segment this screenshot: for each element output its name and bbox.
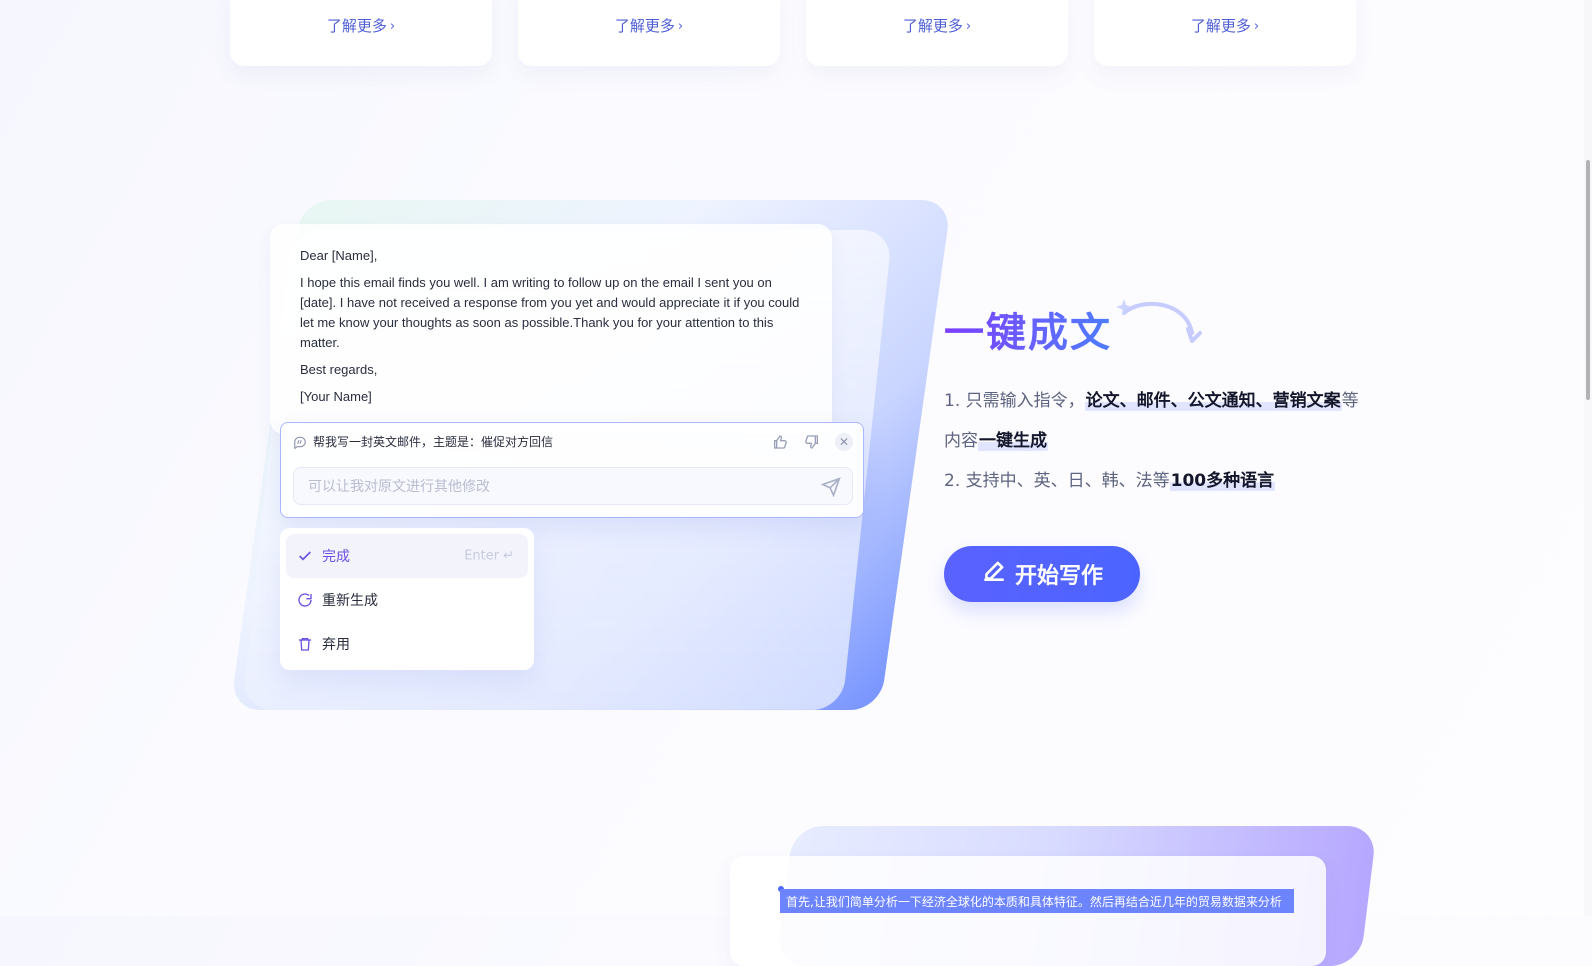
feature-line-1-highlight: 论文、邮件、公文通知、营销文案 <box>1084 391 1342 411</box>
feature-line-2: 内容一键生成 <box>944 421 1424 461</box>
send-button[interactable] <box>820 476 842 498</box>
check-icon <box>296 547 314 565</box>
close-icon[interactable]: ✕ <box>835 433 853 451</box>
feature-line-1: 1. 只需输入指令，论文、邮件、公文通知、营销文案等 <box>944 381 1424 421</box>
pen-icon <box>981 558 1007 590</box>
learn-more-link[interactable]: 了解更多 › <box>327 15 395 36</box>
email-body: I hope this email finds you well. I am w… <box>300 275 800 350</box>
feature-card: 了解更多 › <box>806 0 1068 66</box>
prompt-input-wrapper <box>293 467 853 506</box>
chevron-right-icon: › <box>965 19 972 34</box>
learn-more-link[interactable]: 了解更多 › <box>615 15 683 36</box>
prompt-actions: ✕ <box>771 433 853 451</box>
menu-item-done[interactable]: 完成 Enter ↵ <box>286 534 528 578</box>
email-signature: [Your Name] <box>300 389 372 404</box>
feature-line-1-prefix: 1. 只需输入指令， <box>944 391 1085 411</box>
start-writing-button[interactable]: 开始写作 <box>944 546 1140 602</box>
feature-card: 了解更多 › <box>1094 0 1356 66</box>
menu-item-discard[interactable]: 弃用 <box>286 622 528 666</box>
menu-item-label: 重新生成 <box>322 593 378 609</box>
ai-chat-icon <box>293 435 307 449</box>
email-closing: Best regards, <box>300 362 378 377</box>
feature-card: 了解更多 › <box>230 0 492 66</box>
feature-section: 一键成文 1. 只需输入指令，论文、邮件、公文通知、营销文案等 内容一键生成 2… <box>944 299 1424 501</box>
chevron-right-icon: › <box>677 19 684 34</box>
scrollbar[interactable] <box>1584 0 1592 916</box>
chevron-right-icon: › <box>1253 19 1260 34</box>
feature-line-3-highlight: 100多种语言 <box>1169 471 1276 491</box>
feature-line-2-highlight: 一键生成 <box>978 431 1048 451</box>
feature-title: 一键成文 <box>944 305 1112 361</box>
modify-instruction-input[interactable] <box>306 468 810 506</box>
enter-key-icon: ↵ <box>503 548 514 564</box>
feature-line-2-prefix: 内容 <box>944 431 978 451</box>
chevron-right-icon: › <box>389 19 396 34</box>
enter-shortcut: Enter ↵ <box>464 549 514 564</box>
feature-cards-row: 了解更多 › 了解更多 › 了解更多 › 了解更多 › <box>0 0 1592 70</box>
shortcut-label: Enter <box>464 548 500 564</box>
learn-more-label: 了解更多 <box>902 17 963 35</box>
refresh-icon <box>296 591 314 609</box>
menu-item-label: 完成 <box>322 549 350 565</box>
writing-illustration: Dear [Name], I hope this email finds you… <box>230 200 952 720</box>
learn-more-label: 了解更多 <box>326 17 387 35</box>
feature-line-1-suffix: 等 <box>1341 391 1359 411</box>
menu-item-regenerate[interactable]: 重新生成 <box>286 578 528 622</box>
email-greeting: Dear [Name], <box>300 248 378 263</box>
send-icon <box>821 477 841 497</box>
trash-icon <box>296 635 314 653</box>
thumbs-down-icon[interactable] <box>803 433 821 451</box>
prompt-instruction-text: 帮我写一封英文邮件，主题是：催促对方回信 <box>313 435 554 449</box>
feature-card: 了解更多 › <box>518 0 780 66</box>
feature-title-wrap: 一键成文 <box>944 299 1202 361</box>
start-writing-label: 开始写作 <box>1014 564 1103 589</box>
email-preview-card: Dear [Name], I hope this email finds you… <box>270 224 832 434</box>
ai-prompt-box: 帮我写一封英文邮件，主题是：催促对方回信 ✕ <box>280 422 864 518</box>
next-section-preview: 首先,让我们简单分析一下经济全球化的本质和具体特征。然后再结合近几年的贸易数据来… <box>730 826 1378 966</box>
prompt-instruction-row: 帮我写一封英文邮件，主题是：催促对方回信 <box>293 433 553 450</box>
feature-line-3-prefix: 2. 支持中、英、日、韩、法等 <box>944 471 1170 491</box>
learn-more-link[interactable]: 了解更多 › <box>1191 15 1259 36</box>
scrollbar-thumb[interactable] <box>1586 160 1590 400</box>
learn-more-link[interactable]: 了解更多 › <box>903 15 971 36</box>
feature-line-3: 2. 支持中、英、日、韩、法等100多种语言 <box>944 461 1424 501</box>
sparkle-swoosh-icon <box>1116 299 1202 343</box>
feature-list: 1. 只需输入指令，论文、邮件、公文通知、营销文案等 内容一键生成 2. 支持中… <box>944 381 1424 501</box>
learn-more-label: 了解更多 <box>614 17 675 35</box>
learn-more-label: 了解更多 <box>1190 17 1251 35</box>
thumbs-up-icon[interactable] <box>771 433 789 451</box>
selected-text: 首先,让我们简单分析一下经济全球化的本质和具体特征。然后再结合近几年的贸易数据来… <box>780 889 1294 913</box>
ai-action-menu: 完成 Enter ↵ 重新生成 弃用 <box>280 528 534 670</box>
menu-item-label: 弃用 <box>322 637 350 653</box>
